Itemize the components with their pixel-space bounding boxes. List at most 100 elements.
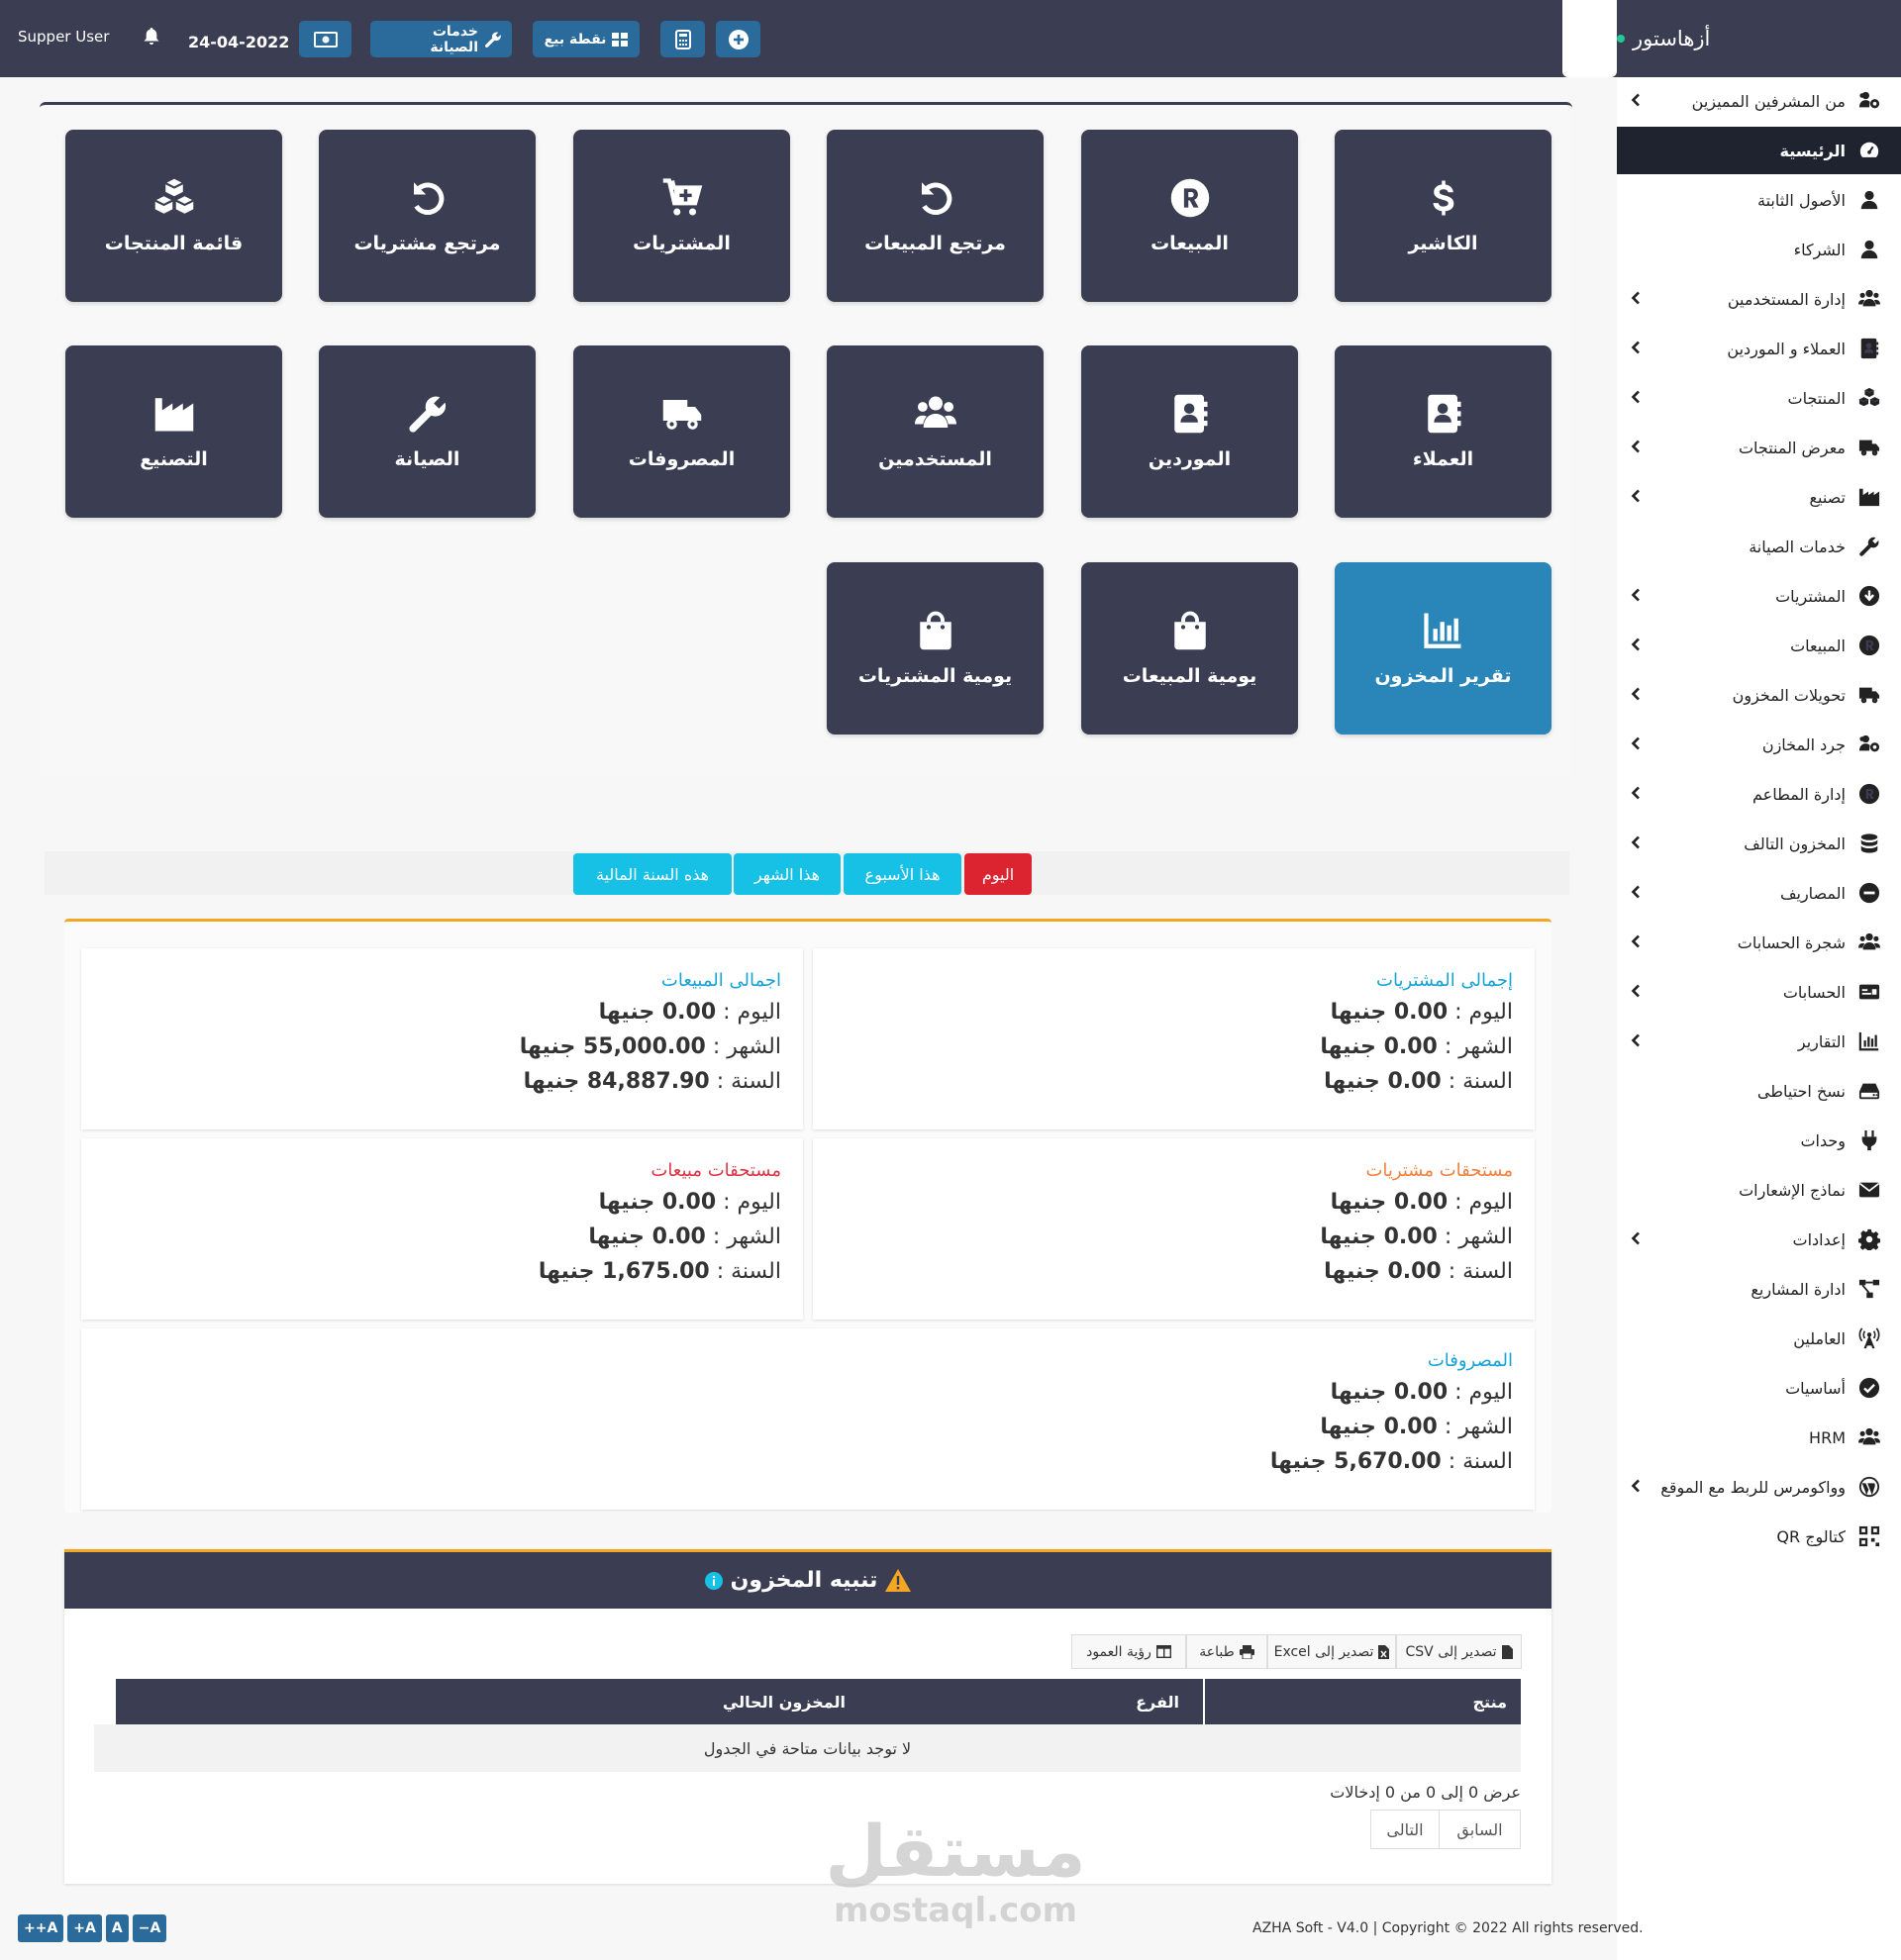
sidebar-item-label: إدارة المستخدمين <box>1727 289 1846 309</box>
industry-icon <box>1857 486 1881 508</box>
sidebar-item[interactable]: العملاء و الموردين <box>1617 325 1901 372</box>
sidebar-item[interactable]: نماذج الإشعارات <box>1617 1166 1901 1214</box>
users-icon <box>1857 1426 1881 1448</box>
sidebar-item[interactable]: الرئيسية <box>1617 127 1901 174</box>
stat-row-year: السنة : 84,887.90 جنيها <box>103 1064 781 1099</box>
sidebar-item[interactable]: HRM <box>1617 1414 1901 1461</box>
pos-button[interactable]: نقطة بيع <box>533 21 640 57</box>
sidebar-item[interactable]: المنتجات <box>1617 374 1901 422</box>
tile-shortcut[interactable]: الصيانة <box>319 345 536 518</box>
stat-value: 0.00 جنيها <box>1330 1000 1449 1025</box>
sidebar-item[interactable]: المبيعات <box>1617 622 1901 669</box>
print-button[interactable]: طباعة <box>1186 1634 1267 1669</box>
sidebar-item[interactable]: تحويلات المخزون <box>1617 671 1901 719</box>
maintenance-services-button[interactable]: خدمات الصيانة <box>370 21 512 57</box>
period-tab[interactable]: هذا الأسبوع <box>844 853 961 895</box>
sidebar-item[interactable]: تصنيع <box>1617 473 1901 521</box>
registered-icon <box>1857 635 1881 656</box>
online-dot <box>1617 35 1625 43</box>
tile-shortcut[interactable]: المستخدمين <box>827 345 1044 518</box>
cash-register-button[interactable] <box>299 21 351 57</box>
sidebar-item-label: العملاء و الموردين <box>1727 339 1846 358</box>
sidebar-item[interactable]: خدمات الصيانة <box>1617 523 1901 570</box>
sidebar-item[interactable]: إدارة المستخدمين <box>1617 275 1901 323</box>
sidebar-item[interactable]: إعدادات <box>1617 1216 1901 1263</box>
calculator-button[interactable] <box>660 21 705 57</box>
sidebar-item[interactable]: من المشرفين المميزين <box>1617 77 1901 125</box>
font-increase-more-button[interactable]: ++A <box>18 1914 64 1942</box>
stat-value: 0.00 جنيها <box>1320 1034 1438 1059</box>
tile-shortcut[interactable]: المصروفات <box>573 345 790 518</box>
col-branch[interactable]: الفرع <box>1136 1693 1179 1712</box>
sidebar-item-label: نماذج الإشعارات <box>1739 1180 1846 1200</box>
stat-row-today: اليوم : 0.00 جنيها <box>835 995 1513 1029</box>
chevron-left-icon <box>1631 93 1641 107</box>
tile-shortcut[interactable]: العملاء <box>1335 345 1551 518</box>
bell-icon[interactable] <box>144 28 159 46</box>
tile-label: مرتجع مشتريات <box>353 233 501 254</box>
tile-shortcut[interactable]: يومية المشتريات <box>827 562 1044 735</box>
calculator-icon <box>674 29 691 49</box>
font-increase-button[interactable]: +A <box>67 1914 102 1942</box>
sidebar-item[interactable]: الحسابات <box>1617 968 1901 1016</box>
sidebar-item[interactable]: وواكومرس للربط مع الموقع <box>1617 1463 1901 1511</box>
sidebar-item[interactable]: جرد المخازن <box>1617 721 1901 768</box>
sidebar-item[interactable]: المخزون التالف <box>1617 820 1901 867</box>
tile-shortcut[interactable]: تقرير المخزون <box>1335 562 1551 735</box>
add-button[interactable] <box>716 21 760 57</box>
sidebar-item[interactable]: إدارة المطاعم <box>1617 770 1901 818</box>
sidebar-item[interactable]: الشركاء <box>1617 226 1901 273</box>
tile-shortcut[interactable]: الكاشير <box>1335 130 1551 302</box>
pagination-previous[interactable]: السابق <box>1439 1810 1521 1849</box>
tile-shortcut[interactable]: يومية المبيعات <box>1081 562 1298 735</box>
sidebar-item[interactable]: نسخ احتياطى <box>1617 1067 1901 1115</box>
export-csv-button[interactable]: تصدير إلى CSV <box>1396 1634 1522 1669</box>
tile-shortcut[interactable]: المبيعات <box>1081 130 1298 302</box>
pos-label: نقطة بيع <box>544 31 607 48</box>
tile-label: الصيانة <box>394 448 460 470</box>
arrow-circle-down-icon <box>1857 585 1881 607</box>
info-icon[interactable] <box>704 1571 723 1590</box>
period-tab[interactable]: اليوم <box>964 853 1032 895</box>
font-reset-button[interactable]: A <box>105 1914 129 1942</box>
watermark-arabic: مستقل <box>825 1810 1086 1893</box>
period-tab[interactable]: هذه السنة المالية <box>573 853 732 895</box>
stat-value: 84,887.90 جنيها <box>523 1069 710 1094</box>
sidebar-item[interactable]: المشتريات <box>1617 572 1901 620</box>
sidebar-item[interactable]: التقارير <box>1617 1018 1901 1065</box>
tile-shortcut[interactable]: مرتجع مشتريات <box>319 130 536 302</box>
font-decrease-button[interactable]: −A <box>132 1914 167 1942</box>
user-name[interactable]: Supper User <box>18 28 109 46</box>
tile-shortcut[interactable]: قائمة المنتجات <box>65 130 282 302</box>
export-csv-label: تصدير إلى CSV <box>1405 1643 1497 1660</box>
sidebar-item[interactable]: كتالوج QR <box>1617 1513 1901 1560</box>
brand[interactable]: أزهاستور <box>1617 0 1901 77</box>
tile-shortcut[interactable]: الموردين <box>1081 345 1298 518</box>
top-navbar: Supper User 24-04-2022 خدمات الصيانة نقط… <box>0 0 1617 77</box>
tile-shortcut[interactable]: المشتريات <box>573 130 790 302</box>
stat-title: إجمالى المشتريات <box>1376 970 1513 991</box>
period-tab[interactable]: هذا الشهر <box>734 853 841 895</box>
cubes-icon <box>153 177 195 219</box>
col-product[interactable]: منتج <box>1473 1693 1508 1712</box>
tile-shortcut[interactable]: مرتجع المبيعات <box>827 130 1044 302</box>
footer-copyright: AZHA Soft - V4.0 | Copyright © 2022 All … <box>1252 1920 1644 1936</box>
stat-label: الشهر : <box>1444 1034 1513 1059</box>
sidebar-item[interactable]: شجرة الحسابات <box>1617 919 1901 966</box>
column-visibility-button[interactable]: رؤية العمود <box>1071 1634 1186 1669</box>
pagination-next[interactable]: التالى <box>1370 1810 1440 1849</box>
col-current-stock[interactable]: المخزون الحالي <box>723 1693 846 1712</box>
sidebar-item[interactable]: معرض المنتجات <box>1617 424 1901 471</box>
sidebar-item[interactable]: ادارة المشاريع <box>1617 1265 1901 1313</box>
sidebar-item[interactable]: المصاريف <box>1617 869 1901 917</box>
chevron-left-icon <box>1631 390 1641 404</box>
sidebar-item[interactable]: وحدات <box>1617 1117 1901 1164</box>
chart-bar-icon <box>1857 1030 1881 1052</box>
stat-label: اليوم : <box>723 1190 781 1215</box>
sidebar-item[interactable]: أساسيات <box>1617 1364 1901 1412</box>
tile-shortcut[interactable]: التصنيع <box>65 345 282 518</box>
export-excel-button[interactable]: تصدير إلى Excel <box>1267 1634 1396 1669</box>
sidebar-item[interactable]: العاملين <box>1617 1315 1901 1362</box>
sidebar-item-label: معرض المنتجات <box>1738 438 1846 457</box>
sidebar-item[interactable]: الأصول الثابتة <box>1617 176 1901 224</box>
